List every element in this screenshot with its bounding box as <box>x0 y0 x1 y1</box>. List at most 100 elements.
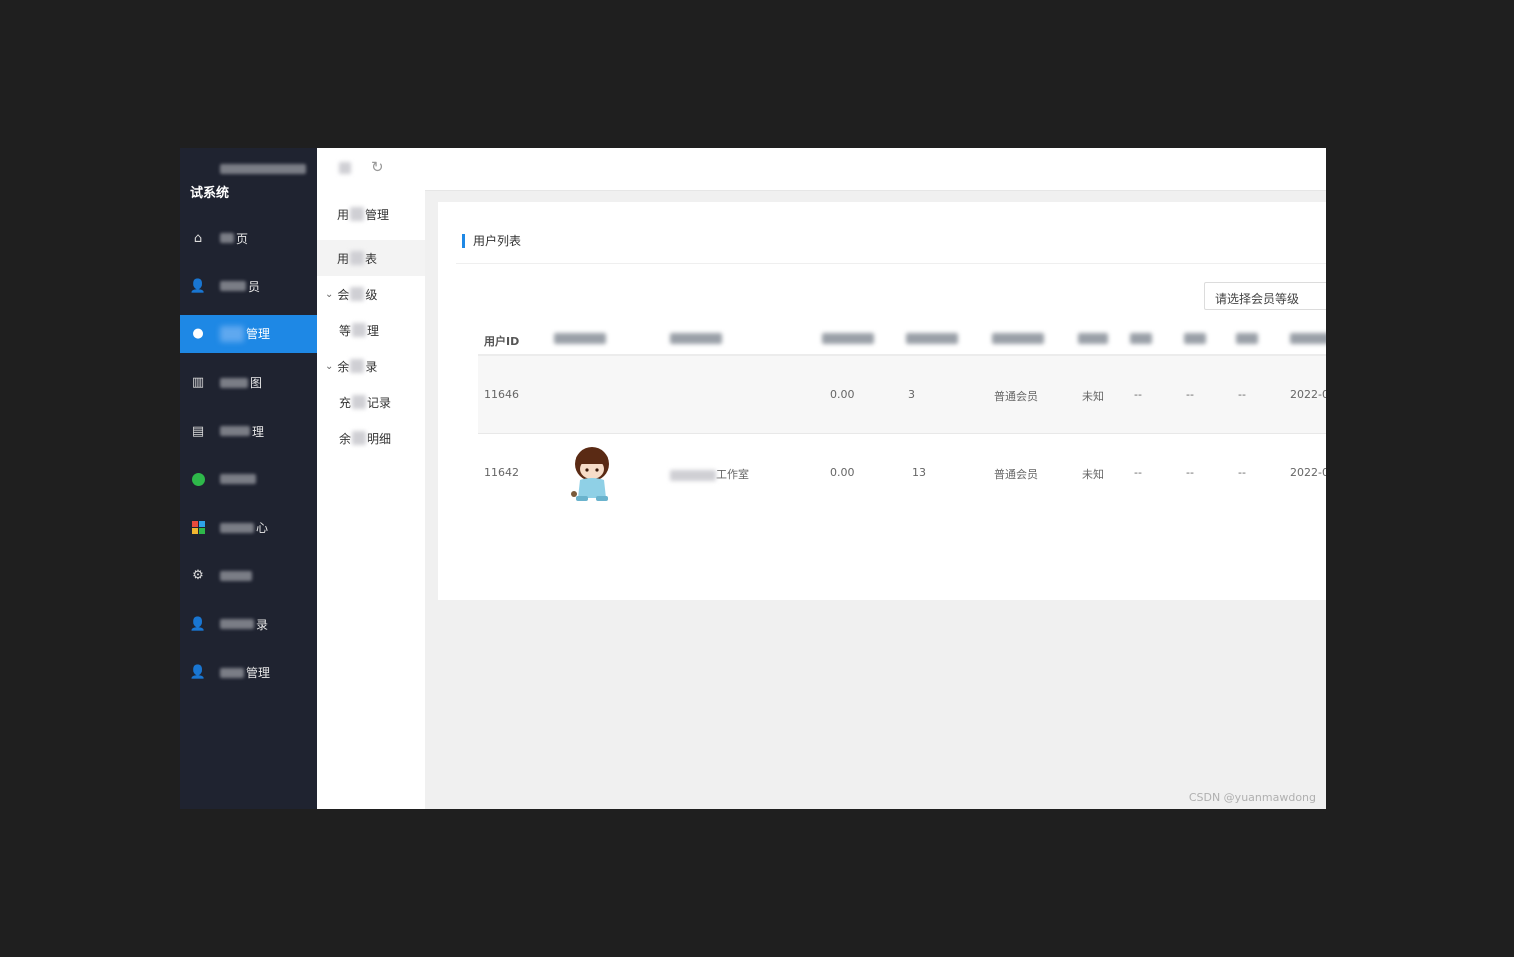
cell-level: 普通会员 <box>994 468 1038 481</box>
chevron-down-icon: ⌄ <box>325 288 334 300</box>
user-table: 用户ID 11646 0.00 3 普通会员 未知 -- -- -- 2022-… <box>478 324 1326 511</box>
table-row[interactable]: 11646 0.00 3 普通会员 未知 -- -- -- 2022-0 <box>478 356 1326 434</box>
cell-count: 3 <box>908 388 915 401</box>
sub-item-user-management[interactable]: 用管理 <box>317 196 425 232</box>
admin-window: 试系统 ⌂ 页 👤 员 ● 管理 ▥ 图 ▤ 理 心 ⚙ 👤 录 👤 管理 ↻ … <box>180 148 1326 809</box>
sidebar-item-label: 图 <box>250 376 263 391</box>
top-header: ↻ <box>317 148 1326 191</box>
col-user-id: 用户ID <box>484 335 520 348</box>
apps-icon <box>190 520 206 536</box>
sidebar-item-home[interactable]: ⌂ 页 <box>180 214 317 262</box>
col-nickname <box>670 333 722 347</box>
col-count <box>906 333 958 347</box>
library-icon: ▥ <box>191 375 205 391</box>
sub-group-balance-records[interactable]: ⌄ 余录 <box>317 348 425 384</box>
cell-nickname: 工作室 <box>670 466 749 482</box>
col-date <box>1290 333 1326 347</box>
cell-c2: -- <box>1186 388 1194 401</box>
col-balance <box>822 333 874 347</box>
sub-item-prefix: 充 <box>339 395 352 410</box>
sub-item-balance-details[interactable]: 余明细 <box>317 420 425 456</box>
sidebar-item-records[interactable]: 👤 录 <box>180 600 317 648</box>
sidebar-item-library[interactable]: ▥ 图 <box>180 359 317 407</box>
sub-item-user-list[interactable]: 用表 <box>317 240 425 276</box>
table-row[interactable]: 11642 工作室 0.00 13 普通会员 未知 -- -- -- 2022-… <box>478 434 1326 511</box>
cell-level: 普通会员 <box>994 390 1038 403</box>
cell-c1: -- <box>1134 388 1142 401</box>
header-redacted <box>339 162 351 174</box>
user-settings-icon: 👤 <box>189 665 207 681</box>
logo-redacted <box>220 164 306 174</box>
sub-item-suffix: 级 <box>365 287 378 302</box>
sidebar-item-label: 员 <box>248 279 261 294</box>
sub-item-suffix: 理 <box>367 323 380 338</box>
card-divider <box>456 263 1326 264</box>
sub-group-member-level[interactable]: ⌄ 会级 <box>317 276 425 312</box>
sidebar-item-apps[interactable]: 心 <box>180 503 317 551</box>
sub-item-level-management[interactable]: 等理 <box>317 312 425 348</box>
sub-item-prefix: 会 <box>337 287 350 302</box>
sidebar-item-label: 心 <box>256 521 269 536</box>
home-icon: ⌂ <box>193 230 203 246</box>
sidebar-item-question-management[interactable]: 👤 管理 <box>180 648 317 696</box>
user-list-card: 用户列表 请选择会员等级 用户ID 11646 0.00 3 普通会员 未知 -… <box>438 202 1326 600</box>
col-c2 <box>1184 333 1206 347</box>
sidebar-item-label: 管理 <box>246 327 271 342</box>
sub-item-suffix: 表 <box>365 251 378 266</box>
cell-date: 2022-0 <box>1290 388 1326 401</box>
sub-item-recharge-records[interactable]: 充记录 <box>317 384 425 420</box>
sidebar-item-label: 理 <box>252 424 265 439</box>
sidebar-nav: ⌂ 页 👤 员 ● 管理 ▥ 图 ▤ 理 心 ⚙ 👤 录 👤 管理 <box>180 214 317 697</box>
sub-item-suffix: 明细 <box>367 431 392 446</box>
sub-item-prefix: 用 <box>337 251 350 266</box>
document-icon: ▤ <box>191 423 205 439</box>
cell-balance: 0.00 <box>830 388 855 401</box>
cell-c3: -- <box>1238 388 1246 401</box>
col-c3 <box>1236 333 1258 347</box>
col-gender <box>1078 333 1108 347</box>
cell-c1: -- <box>1134 466 1142 479</box>
sidebar-item-label: 管理 <box>246 666 271 681</box>
sub-item-prefix: 余 <box>337 359 350 374</box>
main-sidebar: 试系统 ⌂ 页 👤 员 ● 管理 ▥ 图 ▤ 理 心 ⚙ 👤 录 👤 管理 <box>180 148 317 809</box>
user-settings-icon: 👤 <box>189 278 207 294</box>
sub-item-suffix: 管理 <box>365 207 390 222</box>
cell-user-id: 11642 <box>484 466 519 479</box>
user-icon: ● <box>192 326 204 342</box>
sidebar-item-settings[interactable]: ⚙ <box>180 552 317 600</box>
user-settings-icon: 👤 <box>189 616 207 632</box>
sub-item-prefix: 用 <box>337 207 350 222</box>
gear-icon: ⚙ <box>192 568 204 584</box>
col-c1 <box>1130 333 1152 347</box>
watermark: CSDN @yuanmawdong <box>1188 791 1316 804</box>
sub-sidebar-list: 用管理 用表 ⌄ 会级 等理 ⌄ 余录 充记录 余明细 <box>317 196 425 456</box>
sub-item-prefix: 等 <box>339 323 352 338</box>
sub-item-prefix: 余 <box>339 431 352 446</box>
sidebar-item-members[interactable]: 👤 员 <box>180 262 317 310</box>
table-header: 用户ID <box>478 324 1326 356</box>
col-avatar <box>554 333 606 347</box>
sub-item-suffix: 记录 <box>367 395 392 410</box>
sub-item-suffix: 录 <box>365 359 378 374</box>
cell-c2: -- <box>1186 466 1194 479</box>
cell-user-id: 11646 <box>484 388 519 401</box>
cell-gender: 未知 <box>1082 468 1104 481</box>
cell-balance: 0.00 <box>830 466 855 479</box>
member-level-select[interactable]: 请选择会员等级 <box>1204 282 1326 310</box>
cell-c3: -- <box>1238 466 1246 479</box>
music-icon <box>190 471 206 487</box>
cell-date: 2022-0 <box>1290 466 1326 479</box>
sidebar-item-music[interactable] <box>180 455 317 503</box>
card-title: 用户列表 <box>462 234 521 248</box>
col-level <box>992 333 1044 347</box>
app-title: 试系统 <box>190 186 230 201</box>
chevron-down-icon: ⌄ <box>325 360 334 372</box>
sidebar-item-label: 页 <box>236 231 249 246</box>
sidebar-item-document[interactable]: ▤ 理 <box>180 407 317 455</box>
cell-count: 13 <box>912 466 926 479</box>
sidebar-item-user-management[interactable]: ● 管理 <box>180 314 317 353</box>
sub-sidebar: 用管理 用表 ⌄ 会级 等理 ⌄ 余录 充记录 余明细 <box>317 190 425 809</box>
avatar <box>566 442 618 504</box>
refresh-icon[interactable]: ↻ <box>371 158 384 176</box>
cell-nickname-text: 工作室 <box>716 468 749 481</box>
